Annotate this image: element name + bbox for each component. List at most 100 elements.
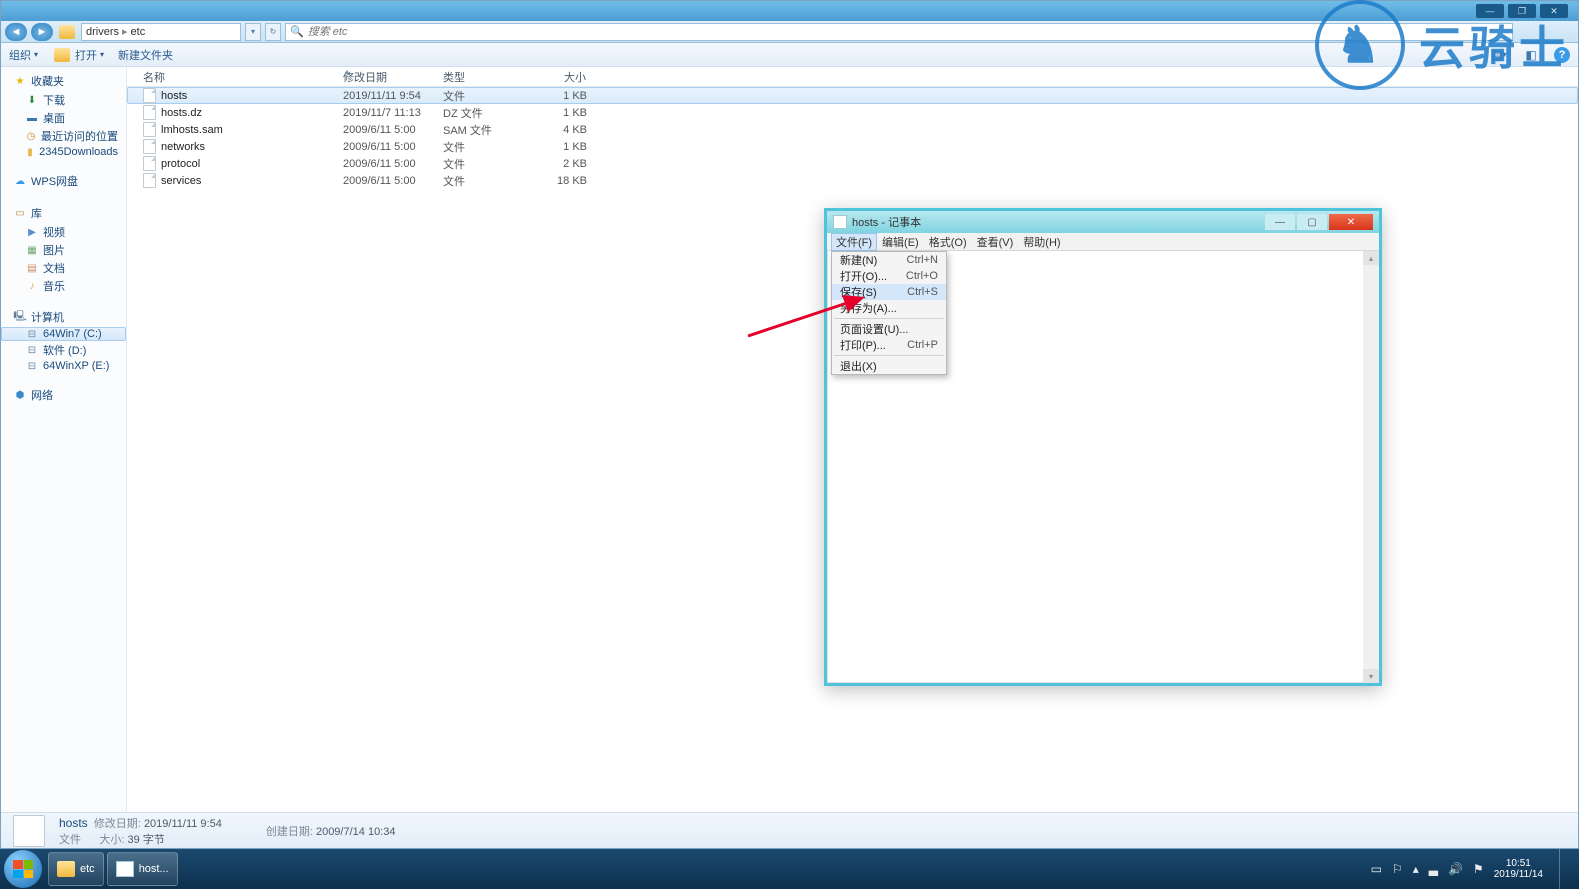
np-close-button[interactable]: ✕ xyxy=(1329,214,1373,230)
tray-volume-icon[interactable]: 🔊 xyxy=(1448,862,1463,876)
breadcrumb-part[interactable]: etc xyxy=(131,26,146,38)
forward-button[interactable]: ► xyxy=(31,23,53,41)
windows-logo-icon xyxy=(13,860,33,878)
library-icon: ▭ xyxy=(13,207,27,219)
watermark-logo-icon: ♞ xyxy=(1315,0,1405,90)
cloud-icon: ☁ xyxy=(13,175,27,187)
sidebar-documents[interactable]: ▤文档 xyxy=(1,259,126,277)
music-icon: ♪ xyxy=(25,280,39,292)
drive-icon: ⊟ xyxy=(25,328,39,340)
menu-item[interactable]: 新建(N)Ctrl+N xyxy=(832,252,946,268)
sidebar-favorites[interactable]: ★收藏夹 xyxy=(1,71,126,91)
file-icon xyxy=(143,139,156,154)
tray-action-center-icon[interactable]: ⚐ xyxy=(1392,862,1403,876)
notepad-icon xyxy=(833,215,847,229)
menu-item[interactable]: 退出(X) xyxy=(832,358,946,374)
document-icon: ▤ xyxy=(25,262,39,274)
file-row[interactable]: protocol2009/6/11 5:00文件2 KB xyxy=(127,155,1578,172)
sidebar-downloads[interactable]: ⬇下载 xyxy=(1,91,126,109)
sidebar-drive-c[interactable]: ⊟64Win7 (C:) xyxy=(1,327,126,341)
sidebar-drive-d[interactable]: ⊟软件 (D:) xyxy=(1,341,126,359)
scrollbar[interactable]: ▴ ▾ xyxy=(1363,251,1379,683)
menu-item[interactable]: 页面设置(U)... xyxy=(832,321,946,337)
notepad-title: hosts - 记事本 xyxy=(852,214,921,230)
network-icon: ⬢ xyxy=(13,389,27,401)
menu-file[interactable]: 文件(F) xyxy=(831,233,877,251)
taskbar-explorer[interactable]: etc xyxy=(48,852,104,886)
menu-view[interactable]: 查看(V) xyxy=(972,233,1019,251)
nav-sidebar: ★收藏夹 ⬇下载 ▬桌面 ◷最近访问的位置 ▮2345Downloads ☁WP… xyxy=(1,67,127,812)
search-icon: 🔍 xyxy=(290,25,304,38)
system-tray: ▭ ⚐ ▴ ▃ 🔊 ⚑ 10:51 2019/11/14 xyxy=(1371,849,1575,889)
star-icon: ★ xyxy=(13,75,27,87)
menu-format[interactable]: 格式(O) xyxy=(924,233,972,251)
sidebar-videos[interactable]: ▶视频 xyxy=(1,223,126,241)
breadcrumb-part[interactable]: drivers xyxy=(86,26,119,38)
sidebar-network[interactable]: ⬢网络 xyxy=(1,385,126,405)
menu-item[interactable]: 另存为(A)... xyxy=(832,300,946,316)
video-icon: ▶ xyxy=(25,226,39,238)
notepad-titlebar[interactable]: hosts - 记事本 — ▢ ✕ xyxy=(827,211,1379,233)
file-row[interactable]: networks2009/6/11 5:00文件1 KB xyxy=(127,138,1578,155)
address-dropdown-button[interactable]: ▾ xyxy=(245,23,261,41)
watermark: ♞ 云骑士 xyxy=(1315,0,1569,90)
col-date[interactable]: 修改日期 xyxy=(337,69,437,85)
notepad-menubar: 文件(F) 编辑(E) 格式(O) 查看(V) 帮助(H) xyxy=(827,233,1379,251)
details-pane: hosts 修改日期: 2019/11/11 9:54 文件 大小: 39 字节… xyxy=(1,812,1578,848)
col-name[interactable]: 名称 xyxy=(137,69,337,85)
picture-icon: ▦ xyxy=(25,244,39,256)
sidebar-wps[interactable]: ☁WPS网盘 xyxy=(1,171,126,191)
file-menu-dropdown: 新建(N)Ctrl+N打开(O)...Ctrl+O保存(S)Ctrl+S另存为(… xyxy=(831,251,947,375)
sidebar-computer[interactable]: 🖳计算机 xyxy=(1,307,126,327)
file-icon xyxy=(143,105,156,120)
folder-icon xyxy=(54,48,70,62)
menu-item[interactable]: 打印(P)...Ctrl+P xyxy=(832,337,946,353)
refresh-button[interactable]: ↻ xyxy=(265,23,281,41)
start-button[interactable] xyxy=(4,850,42,888)
details-filename: hosts xyxy=(59,816,88,830)
tray-network-icon[interactable]: ▃ xyxy=(1429,862,1438,876)
sidebar-desktop[interactable]: ▬桌面 xyxy=(1,109,126,127)
np-minimize-button[interactable]: — xyxy=(1265,214,1295,230)
sidebar-pictures[interactable]: ▦图片 xyxy=(1,241,126,259)
folder-icon: ▮ xyxy=(25,146,35,158)
file-icon xyxy=(143,122,156,137)
organize-button[interactable]: 组织 ▾ xyxy=(9,47,38,63)
tray-up-icon[interactable]: ▴ xyxy=(1413,862,1419,876)
scroll-down-icon[interactable]: ▾ xyxy=(1363,669,1379,683)
sidebar-libraries[interactable]: ▭库 xyxy=(1,203,126,223)
file-row[interactable]: hosts.dz2019/11/7 11:13DZ 文件1 KB xyxy=(127,104,1578,121)
file-icon xyxy=(143,156,156,171)
folder-icon xyxy=(59,25,75,39)
file-icon xyxy=(143,173,156,188)
sidebar-drive-e[interactable]: ⊟64WinXP (E:) xyxy=(1,359,126,373)
address-bar[interactable]: drivers ▸ etc xyxy=(81,23,241,41)
menu-item[interactable]: 打开(O)...Ctrl+O xyxy=(832,268,946,284)
sidebar-recent[interactable]: ◷最近访问的位置 xyxy=(1,127,126,145)
file-row[interactable]: lmhosts.sam2009/6/11 5:00SAM 文件4 KB xyxy=(127,121,1578,138)
drive-icon: ⊟ xyxy=(25,360,39,372)
menu-edit[interactable]: 编辑(E) xyxy=(877,233,924,251)
scroll-up-icon[interactable]: ▴ xyxy=(1363,251,1379,265)
menu-item[interactable]: 保存(S)Ctrl+S xyxy=(832,284,946,300)
file-row[interactable]: services2009/6/11 5:00文件18 KB xyxy=(127,172,1578,189)
tray-clock[interactable]: 10:51 2019/11/14 xyxy=(1494,858,1543,881)
taskbar-notepad[interactable]: host... xyxy=(107,852,178,886)
file-icon xyxy=(13,815,45,847)
back-button[interactable]: ◄ xyxy=(5,23,27,41)
col-type[interactable]: 类型 xyxy=(437,69,533,85)
menu-help[interactable]: 帮助(H) xyxy=(1018,233,1065,251)
tray-flag-icon[interactable]: ⚑ xyxy=(1473,862,1484,876)
recent-icon: ◷ xyxy=(25,130,37,142)
tray-icon[interactable]: ▭ xyxy=(1371,862,1382,876)
sidebar-music[interactable]: ♪音乐 xyxy=(1,277,126,295)
open-button[interactable]: 打开 ▾ xyxy=(52,47,104,63)
drive-icon: ⊟ xyxy=(25,344,39,356)
sidebar-2345downloads[interactable]: ▮2345Downloads xyxy=(1,145,126,159)
col-size[interactable]: 大小 xyxy=(533,69,593,85)
np-maximize-button[interactable]: ▢ xyxy=(1297,214,1327,230)
file-icon xyxy=(143,88,156,103)
show-desktop-button[interactable] xyxy=(1559,849,1569,889)
notepad-icon xyxy=(116,861,134,877)
new-folder-button[interactable]: 新建文件夹 xyxy=(118,47,173,63)
